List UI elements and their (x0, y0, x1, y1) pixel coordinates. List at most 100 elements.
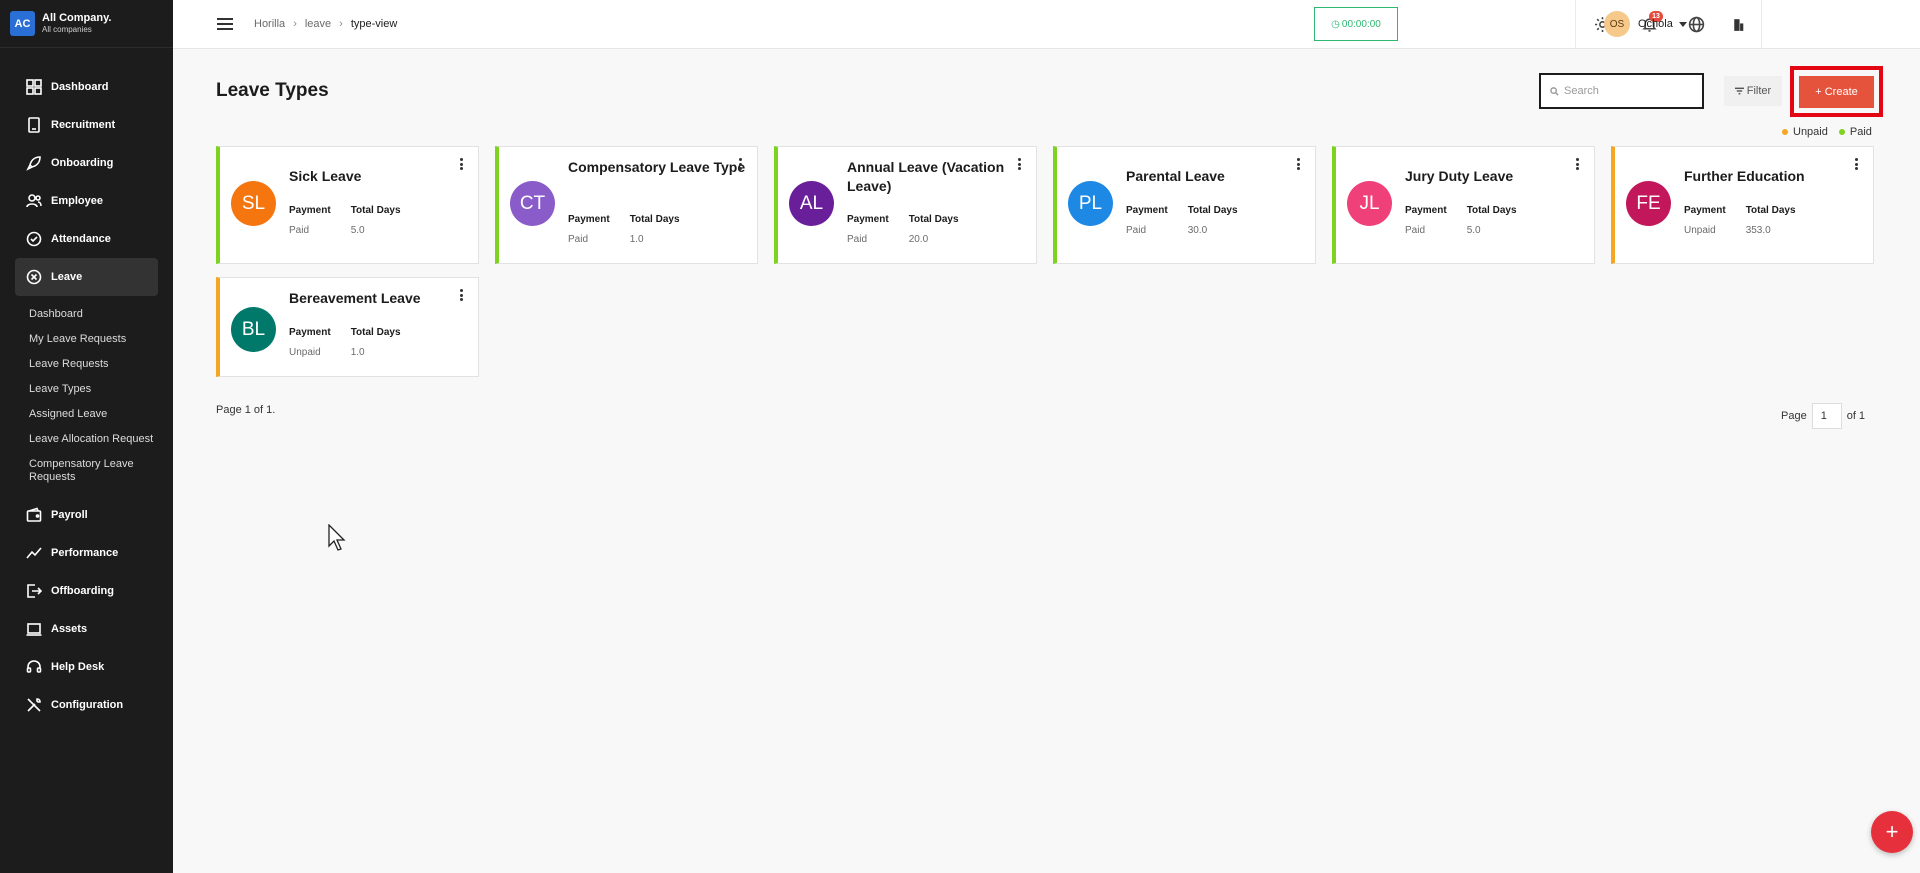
globe-language-icon[interactable] (1686, 14, 1706, 34)
sidebar-item-label: Leave (51, 271, 83, 283)
submenu-item-assigned-leave[interactable]: Assigned Leave (29, 402, 159, 427)
pager-total: of 1 (1846, 410, 1866, 422)
company-logo: AC (10, 11, 35, 36)
payment-label: Payment (568, 214, 610, 225)
leave-type-card[interactable]: AL Annual Leave (Vacation Leave) Payment… (774, 146, 1037, 264)
sidebar-item-employee[interactable]: Employee (15, 182, 158, 220)
main-nav: Dashboard Recruitment Onboarding Employe… (0, 68, 173, 724)
sidebar-item-configuration[interactable]: Configuration (15, 686, 158, 724)
wallet-icon (25, 507, 42, 524)
payment-value: Paid (847, 234, 868, 245)
avatar: JL (1347, 181, 1392, 226)
total-days-label: Total Days (1466, 205, 1517, 216)
sidebar-item-onboarding[interactable]: Onboarding (15, 144, 158, 182)
menu-toggle-icon[interactable] (217, 18, 233, 30)
breadcrumb-item-horilla[interactable]: Horilla (254, 18, 285, 30)
more-options-icon[interactable] (739, 158, 743, 170)
leave-type-card[interactable]: FE Further Education Payment Unpaid Total… (1611, 146, 1874, 264)
more-options-icon[interactable] (460, 289, 464, 301)
payment-value: Paid (289, 225, 310, 236)
sidebar-item-recruitment[interactable]: Recruitment (15, 106, 158, 144)
total-days-value: 30.0 (1187, 225, 1208, 236)
submenu-item-leave-types[interactable]: Leave Types (29, 377, 159, 402)
payment-value: Paid (1405, 225, 1426, 236)
user-menu[interactable]: OS Ochola (1604, 11, 1687, 37)
submenu-item-dashboard[interactable]: Dashboard (29, 302, 159, 327)
leave-type-card[interactable]: PL Parental Leave Payment Paid Total Days… (1053, 146, 1316, 264)
leave-type-card[interactable]: CT Compensatory Leave Type Payment Paid T… (495, 146, 758, 264)
payment-legend: Unpaid Paid (1771, 126, 1872, 138)
chevron-down-icon (1678, 21, 1687, 27)
search-field[interactable] (1539, 73, 1704, 109)
create-button[interactable]: + Create (1799, 75, 1874, 108)
pager-label: Page (1781, 410, 1807, 422)
payment-label: Payment (847, 214, 889, 225)
breadcrumb-item-leave[interactable]: leave (305, 18, 331, 30)
dashboard-icon (25, 79, 42, 96)
total-days-label: Total Days (350, 327, 401, 338)
pagination: Page 1 of 1 (1781, 403, 1865, 429)
total-days-label: Total Days (908, 214, 959, 225)
avatar: FE (1626, 181, 1671, 226)
company-switcher[interactable]: AC All Company. All companies (0, 0, 173, 48)
sidebar-item-dashboard[interactable]: Dashboard (15, 68, 158, 106)
more-options-icon[interactable] (1576, 158, 1580, 170)
sidebar-item-label: Configuration (51, 699, 124, 711)
sidebar-item-label: Employee (51, 195, 103, 207)
leave-submenu: Dashboard My Leave Requests Leave Reques… (0, 296, 173, 496)
more-options-icon[interactable] (1855, 158, 1859, 170)
attendance-timer-button[interactable]: ◷ 00:00:00 (1314, 7, 1398, 41)
leave-type-card[interactable]: JL Jury Duty Leave Payment Paid Total Day… (1332, 146, 1595, 264)
submenu-item-compensatory-leave-requests[interactable]: Compensatory Leave Requests (29, 452, 159, 490)
breadcrumb: Horilla › leave › type-view (254, 18, 397, 30)
company-building-icon[interactable] (1728, 14, 1748, 34)
sidebar-item-attendance[interactable]: Attendance (15, 220, 158, 258)
legend-label: Unpaid (1793, 126, 1828, 138)
submenu-item-leave-allocation-request[interactable]: Leave Allocation Request (29, 427, 159, 452)
sidebar-item-performance[interactable]: Performance (15, 534, 158, 572)
filter-button[interactable]: Filter (1724, 76, 1782, 106)
chevron-right-icon: › (339, 18, 343, 30)
total-days-value: 20.0 (908, 234, 929, 245)
more-options-icon[interactable] (1018, 158, 1022, 170)
headset-icon (25, 659, 42, 676)
leave-type-title: Parental Leave (1126, 168, 1225, 184)
create-button-highlight: + Create (1790, 66, 1883, 117)
quick-action-button[interactable]: + (1871, 811, 1913, 853)
clock-icon: ◷ (1331, 18, 1340, 30)
sidebar-item-offboarding[interactable]: Offboarding (15, 572, 158, 610)
legend-item-paid[interactable]: Paid (1838, 126, 1872, 138)
page-number-input[interactable]: 1 (1811, 403, 1842, 429)
avatar: OS (1604, 11, 1630, 37)
avatar: SL (231, 181, 276, 226)
leave-type-card[interactable]: BL Bereavement Leave Payment Unpaid Total… (216, 277, 479, 377)
sidebar-item-leave[interactable]: Leave (15, 258, 158, 296)
filter-icon (1734, 87, 1744, 95)
company-name: All Company. (42, 11, 112, 24)
more-options-icon[interactable] (460, 158, 464, 170)
avatar: PL (1068, 181, 1113, 226)
submenu-item-my-leave-requests[interactable]: My Leave Requests (29, 327, 159, 352)
search-input[interactable] (1564, 85, 1694, 97)
sidebar-item-help-desk[interactable]: Help Desk (15, 648, 158, 686)
submenu-item-leave-requests[interactable]: Leave Requests (29, 352, 159, 377)
total-days-label: Total Days (629, 214, 680, 225)
exit-icon (25, 583, 42, 600)
legend-item-unpaid[interactable]: Unpaid (1782, 126, 1828, 138)
leave-icon (25, 269, 42, 286)
sidebar-item-label: Dashboard (51, 81, 109, 93)
tools-icon (25, 697, 42, 714)
people-icon (25, 193, 42, 210)
sidebar-item-payroll[interactable]: Payroll (15, 496, 158, 534)
leave-type-card[interactable]: SL Sick Leave Payment Paid Total Days 5.0 (216, 146, 479, 264)
sidebar-item-assets[interactable]: Assets (15, 610, 158, 648)
total-days-value: 1.0 (629, 234, 644, 245)
total-days-label: Total Days (1187, 205, 1238, 216)
check-circle-icon (25, 231, 42, 248)
more-options-icon[interactable] (1297, 158, 1301, 170)
payment-value: Unpaid (289, 347, 321, 358)
sidebar-item-label: Assets (51, 623, 88, 635)
payment-value: Paid (568, 234, 589, 245)
sidebar-item-label: Performance (51, 547, 119, 559)
payment-label: Payment (1684, 205, 1726, 216)
